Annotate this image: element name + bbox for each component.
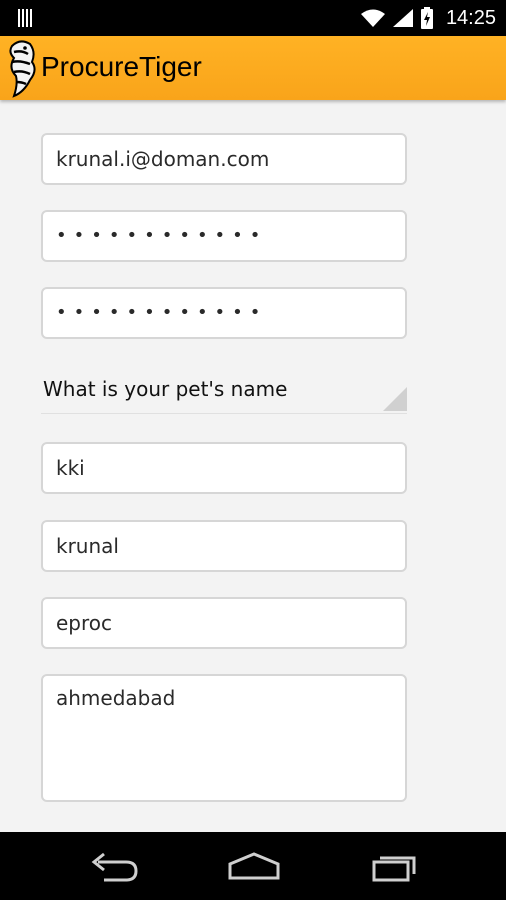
security-question-label: What is your pet's name xyxy=(43,377,288,401)
address-field[interactable]: ahmedabad xyxy=(41,674,407,802)
recent-apps-icon[interactable] xyxy=(364,846,424,886)
back-icon[interactable] xyxy=(84,846,144,886)
dropdown-arrow-icon xyxy=(383,387,407,411)
notification-bars-icon xyxy=(18,9,34,27)
status-time: 14:25 xyxy=(445,6,496,29)
security-answer-field[interactable]: kki xyxy=(41,442,407,494)
app-title: ProcureTiger xyxy=(41,51,202,82)
home-icon[interactable] xyxy=(224,846,284,886)
confirm-password-field[interactable]: •••••••••••• xyxy=(41,287,407,339)
tiger-logo-icon xyxy=(9,40,36,98)
wifi-icon xyxy=(360,9,385,27)
name-field[interactable]: krunal xyxy=(41,520,407,572)
company-field[interactable]: eproc xyxy=(41,597,407,649)
navigation-bar xyxy=(0,832,506,900)
email-field[interactable]: krunal.i@doman.com xyxy=(41,133,407,185)
signal-icon xyxy=(392,9,413,27)
password-field[interactable]: •••••••••••• xyxy=(41,210,407,262)
battery-charging-icon xyxy=(420,7,433,29)
status-bar: 14:25 xyxy=(0,0,506,36)
action-bar: ProcureTiger xyxy=(0,36,506,100)
security-question-spinner[interactable]: What is your pet's name xyxy=(41,365,407,414)
